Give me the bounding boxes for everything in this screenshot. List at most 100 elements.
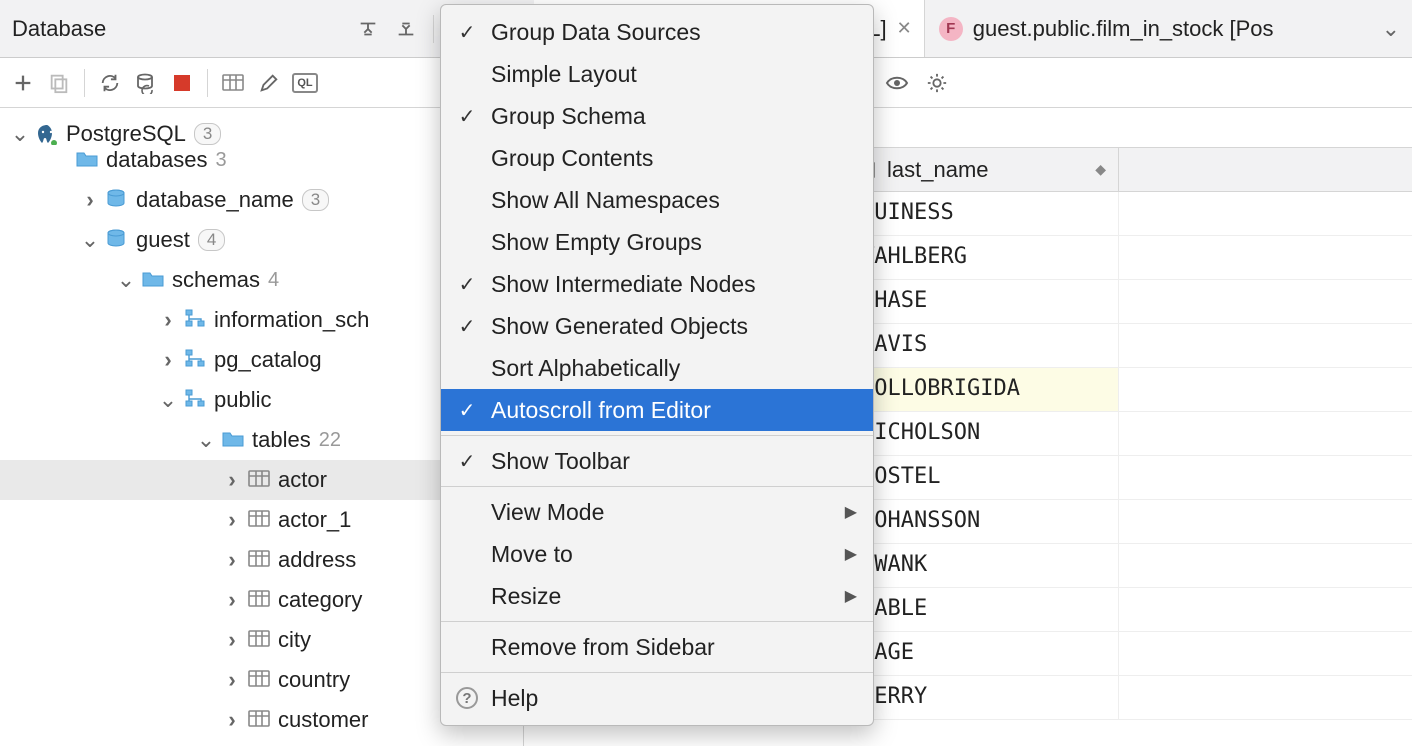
query-console-icon[interactable]: QL	[290, 68, 320, 98]
menu-item-group-schema[interactable]: ✓ Group Schema	[441, 95, 873, 137]
chevron-down-icon[interactable]: ⌄	[12, 121, 28, 147]
menu-item-show-toolbar[interactable]: ✓ Show Toolbar	[441, 440, 873, 482]
chevron-right-icon[interactable]: ›	[224, 707, 240, 733]
chevron-right-icon[interactable]: ›	[224, 507, 240, 533]
edit-icon[interactable]	[254, 68, 284, 98]
cell-last-name[interactable]: MOSTEL	[849, 456, 1119, 499]
table-icon	[248, 509, 270, 531]
sync-icon[interactable]	[131, 68, 161, 98]
menu-item-label: View Mode	[491, 499, 604, 526]
chevron-down-icon[interactable]: ⌄	[118, 267, 134, 293]
menu-item-show-all-namespaces[interactable]: Show All Namespaces	[441, 179, 873, 221]
menu-item-label: Move to	[491, 541, 573, 568]
menu-item-show-empty-groups[interactable]: Show Empty Groups	[441, 221, 873, 263]
tabs-overflow-icon[interactable]: ⌄	[1382, 16, 1400, 42]
menu-item-help[interactable]: ?Help	[441, 677, 873, 719]
menu-item-resize[interactable]: Resize▶	[441, 575, 873, 617]
menu-item-label: Help	[491, 685, 538, 712]
check-icon: ✓	[455, 104, 479, 129]
table-icon	[248, 469, 270, 491]
table-view-icon[interactable]	[218, 68, 248, 98]
submenu-arrow-icon: ▶	[845, 502, 857, 522]
chevron-down-icon[interactable]: ⌄	[160, 387, 176, 413]
menu-item-label: Show Toolbar	[491, 448, 630, 475]
cell-last-name[interactable]: SWANK	[849, 544, 1119, 587]
menu-item-sort-alphabetically[interactable]: Sort Alphabetically	[441, 347, 873, 389]
menu-item-label: Group Schema	[491, 103, 646, 130]
chevron-right-icon[interactable]: ›	[224, 547, 240, 573]
view-options-menu: ✓Group Data SourcesSimple Layout✓Group S…	[440, 4, 874, 726]
check-icon: ✓	[455, 272, 479, 297]
check-icon: ✓	[455, 314, 479, 339]
menu-item-move-to[interactable]: Move to ▶	[441, 533, 873, 575]
chevron-right-icon[interactable]: ›	[224, 587, 240, 613]
add-icon[interactable]	[8, 68, 38, 98]
chevron-right-icon[interactable]: ›	[160, 347, 176, 373]
menu-item-remove-from-sidebar[interactable]: Remove from Sidebar	[441, 626, 873, 668]
separator	[433, 15, 434, 43]
tree-node-label: customer	[278, 707, 368, 733]
view-icon[interactable]	[882, 68, 912, 98]
menu-item-autoscroll-from-editor[interactable]: ✓Autoscroll from Editor	[441, 389, 873, 431]
expand-all-icon[interactable]	[353, 14, 383, 44]
menu-item-view-mode[interactable]: View Mode ▶	[441, 491, 873, 533]
separator	[84, 69, 85, 97]
tree-node-label: city	[278, 627, 311, 653]
tree-node-label: category	[278, 587, 362, 613]
stop-icon[interactable]	[167, 68, 197, 98]
submenu-arrow-icon: ▶	[845, 544, 857, 564]
chevron-right-icon[interactable]: ›	[160, 307, 176, 333]
cell-last-name[interactable]: NICHOLSON	[849, 412, 1119, 455]
editor-tab-film-in-stock[interactable]: F guest.public.film_in_stock [Pos	[927, 0, 1286, 57]
table-icon	[248, 669, 270, 691]
cell-last-name[interactable]: GUINESS	[849, 192, 1119, 235]
table-icon	[248, 709, 270, 731]
tree-node-label: information_sch	[214, 307, 369, 333]
tree-node-label: tables	[252, 427, 311, 453]
count-badge: 3	[194, 123, 221, 145]
schema-icon	[184, 349, 206, 371]
tree-node-label: country	[278, 667, 350, 693]
cell-last-name[interactable]: JOHANSSON	[849, 500, 1119, 543]
cell-last-name[interactable]: WAHLBERG	[849, 236, 1119, 279]
menu-item-label: Group Data Sources	[491, 19, 701, 46]
column-header-last-name[interactable]: last_name ◆	[849, 148, 1119, 191]
chevron-down-icon[interactable]: ⌄	[198, 427, 214, 453]
sort-icon[interactable]: ◆	[1095, 161, 1106, 178]
duplicate-icon[interactable]	[44, 68, 74, 98]
db-icon	[106, 189, 128, 211]
tree-node-label: database_name	[136, 187, 294, 213]
tab-label: guest.public.film_in_stock [Pos	[973, 16, 1274, 42]
table-icon	[248, 549, 270, 571]
tree-node-label: databases	[106, 147, 208, 173]
chevron-down-icon[interactable]: ⌄	[82, 227, 98, 253]
table-icon	[248, 589, 270, 611]
refresh-icon[interactable]	[95, 68, 125, 98]
folder-icon	[222, 429, 244, 451]
db-icon	[106, 229, 128, 251]
menu-item-simple-layout[interactable]: Simple Layout	[441, 53, 873, 95]
cell-last-name[interactable]: DAVIS	[849, 324, 1119, 367]
chevron-right-icon[interactable]: ›	[224, 627, 240, 653]
check-icon: ✓	[455, 449, 479, 474]
close-icon[interactable]: ✕	[897, 18, 912, 39]
chevron-right-icon[interactable]: ›	[82, 187, 98, 213]
collapse-all-icon[interactable]	[391, 14, 421, 44]
chevron-right-icon[interactable]: ›	[224, 467, 240, 493]
chevron-right-icon[interactable]: ›	[224, 667, 240, 693]
cell-last-name[interactable]: CHASE	[849, 280, 1119, 323]
cell-last-name[interactable]: CAGE	[849, 632, 1119, 675]
menu-item-label: Sort Alphabetically	[491, 355, 680, 382]
check-icon: ✓	[455, 398, 479, 423]
settings-icon[interactable]	[922, 68, 952, 98]
count-label: 3	[216, 149, 227, 172]
menu-item-show-generated-objects[interactable]: ✓ Show Generated Objects	[441, 305, 873, 347]
cell-last-name[interactable]: BERRY	[849, 676, 1119, 719]
menu-item-show-intermediate-nodes[interactable]: ✓Show Intermediate Nodes	[441, 263, 873, 305]
menu-item-label: Show Generated Objects	[491, 313, 748, 340]
menu-item-group-contents[interactable]: Group Contents	[441, 137, 873, 179]
menu-item-group-data-sources[interactable]: ✓Group Data Sources	[441, 11, 873, 53]
cell-last-name[interactable]: GABLE	[849, 588, 1119, 631]
count-label: 22	[319, 429, 341, 452]
cell-last-name[interactable]: LOLLOBRIGIDA	[849, 368, 1119, 411]
